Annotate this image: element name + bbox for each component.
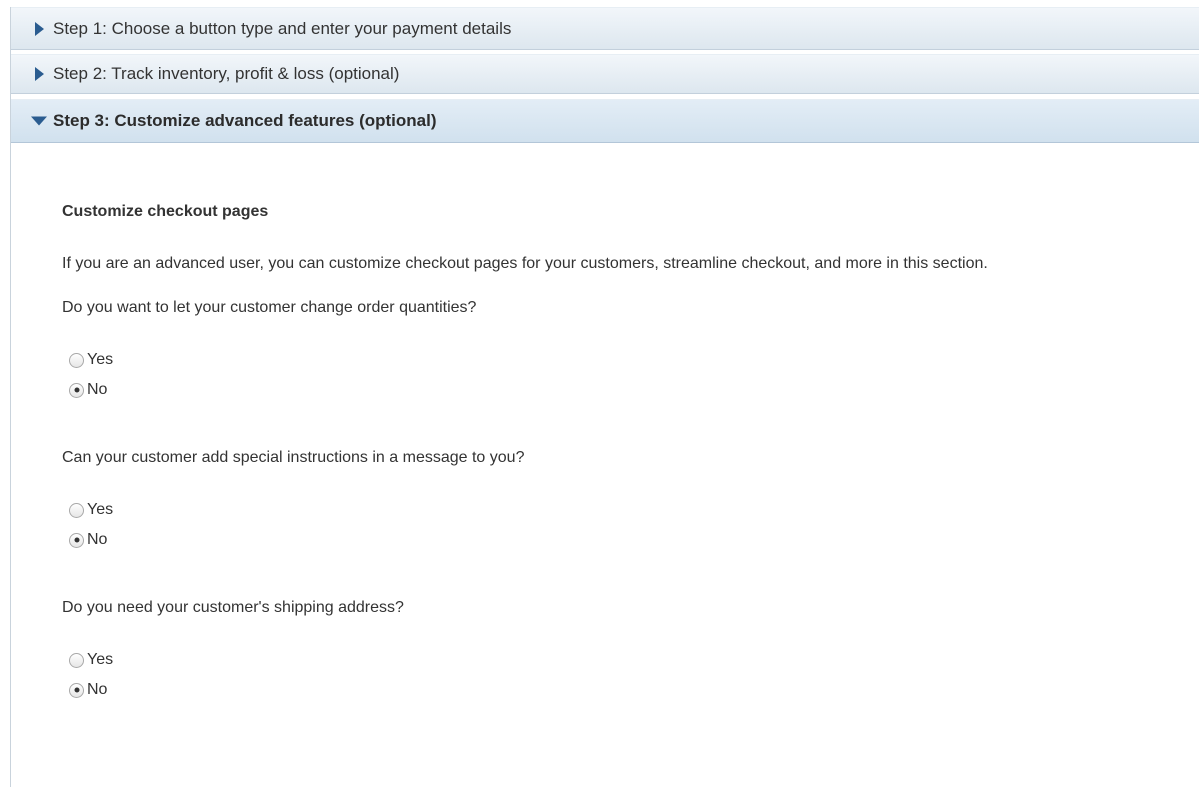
radio-option-no[interactable]: No (62, 375, 1192, 405)
step-3-content: Customize checkout pages If you are an a… (62, 203, 1192, 705)
page: Step 1: Choose a button type and enter y… (10, 7, 1199, 787)
step-1-header[interactable]: Step 1: Choose a button type and enter y… (11, 7, 1199, 50)
question-label: Do you want to let your customer change … (62, 299, 477, 316)
triangle-right-icon (35, 21, 44, 36)
question-label: Can your customer add special instructio… (62, 449, 525, 466)
radio-button-yes[interactable] (69, 652, 84, 668)
radio-option-yes[interactable]: Yes (62, 645, 1192, 675)
triangle-down-icon (31, 116, 47, 126)
radio-button-no[interactable] (69, 382, 84, 398)
radio-label: No (87, 381, 108, 398)
radio-button-yes[interactable] (69, 502, 84, 518)
step-1-label: Step 1: Choose a button type and enter y… (53, 18, 512, 38)
radio-button-no[interactable] (69, 532, 84, 548)
radio-group: Yes No (62, 645, 1192, 705)
question-group-instructions: Can your customer add special instructio… (62, 449, 1192, 555)
radio-option-no[interactable]: No (62, 525, 1192, 555)
section-title: Customize checkout pages (62, 203, 269, 220)
radio-label: No (87, 531, 108, 548)
radio-label: No (87, 681, 108, 698)
step-3-label: Step 3: Customize advanced features (opt… (53, 111, 437, 130)
radio-option-yes[interactable]: Yes (62, 495, 1192, 525)
radio-button-yes[interactable] (69, 352, 84, 368)
question-group-shipping: Do you need your customer's shipping add… (62, 599, 1192, 705)
radio-group: Yes No (62, 345, 1192, 405)
radio-label: Yes (87, 651, 114, 668)
step-3-header[interactable]: Step 3: Customize advanced features (opt… (11, 99, 1199, 143)
step-2-header[interactable]: Step 2: Track inventory, profit & loss (… (11, 54, 1199, 94)
triangle-right-icon (35, 67, 44, 81)
radio-button-no[interactable] (69, 682, 84, 698)
radio-option-no[interactable]: No (62, 675, 1192, 705)
step-2-label: Step 2: Track inventory, profit & loss (… (53, 64, 400, 83)
radio-group: Yes No (62, 495, 1192, 555)
question-label: Do you need your customer's shipping add… (62, 599, 404, 616)
radio-option-yes[interactable]: Yes (62, 345, 1192, 375)
radio-label: Yes (87, 351, 114, 368)
section-intro: If you are an advanced user, you can cus… (62, 255, 988, 272)
question-group-quantities: Do you want to let your customer change … (62, 299, 1192, 405)
radio-label: Yes (87, 501, 114, 518)
